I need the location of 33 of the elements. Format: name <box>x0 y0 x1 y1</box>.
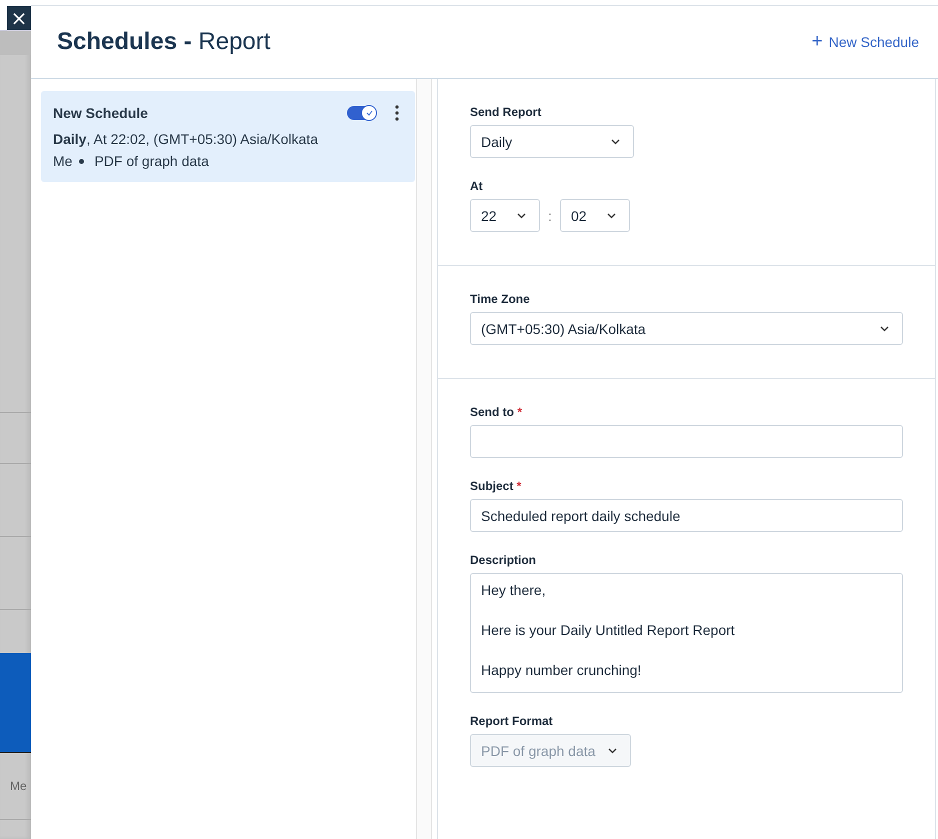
close-button[interactable]: × <box>7 6 31 30</box>
chevron-down-icon <box>517 212 526 218</box>
more-icon[interactable] <box>395 105 399 121</box>
field-label: Send Report <box>470 105 542 119</box>
field-label: At <box>470 179 484 193</box>
chevron-down-icon <box>880 326 889 332</box>
time-separator: : <box>547 208 553 224</box>
field-label: Report Format <box>470 714 554 728</box>
field-label: Description <box>470 553 538 567</box>
chevron-down-icon <box>608 748 617 754</box>
field-label: Time Zone <box>470 292 531 306</box>
input-field[interactable] <box>470 425 903 458</box>
field-label: Send to * <box>470 405 524 419</box>
hour-dropdown[interactable]: 22 <box>470 199 540 232</box>
chevron-down-icon <box>611 138 620 144</box>
schedule-name: New Schedule <box>53 105 149 121</box>
schedule-summary: Daily, At 22:02, (GMT+05:30) Asia/Kolkata <box>53 131 319 147</box>
schedule-card[interactable]: New Schedule Daily, At 22:02, (GMT+05:30) Asia/Kolkata Me PDF of graph data <box>41 91 415 182</box>
toggle-switch[interactable] <box>347 106 376 120</box>
input-field[interactable]: Scheduled report daily schedule <box>470 499 903 532</box>
dropdown[interactable]: (GMT+05:30) Asia/Kolkata <box>470 312 903 345</box>
text-area[interactable]: Hey there, Here is your Daily Untitled Report Report Happy number crunching! <box>470 573 903 693</box>
background-text: Me <box>10 779 27 793</box>
new-schedule-button[interactable]: + New Schedule <box>812 31 919 53</box>
field-label: Subject * <box>470 479 522 493</box>
dropdown[interactable]: Daily <box>470 125 634 158</box>
chevron-down-icon <box>607 212 616 218</box>
minute-dropdown[interactable]: 02 <box>560 199 630 232</box>
panel-title: Schedules - Report <box>57 28 270 56</box>
check-icon <box>366 110 372 116</box>
bullet-icon <box>79 158 84 164</box>
recipient-text: Me <box>53 153 72 169</box>
format-text: PDF of graph data <box>94 153 209 169</box>
